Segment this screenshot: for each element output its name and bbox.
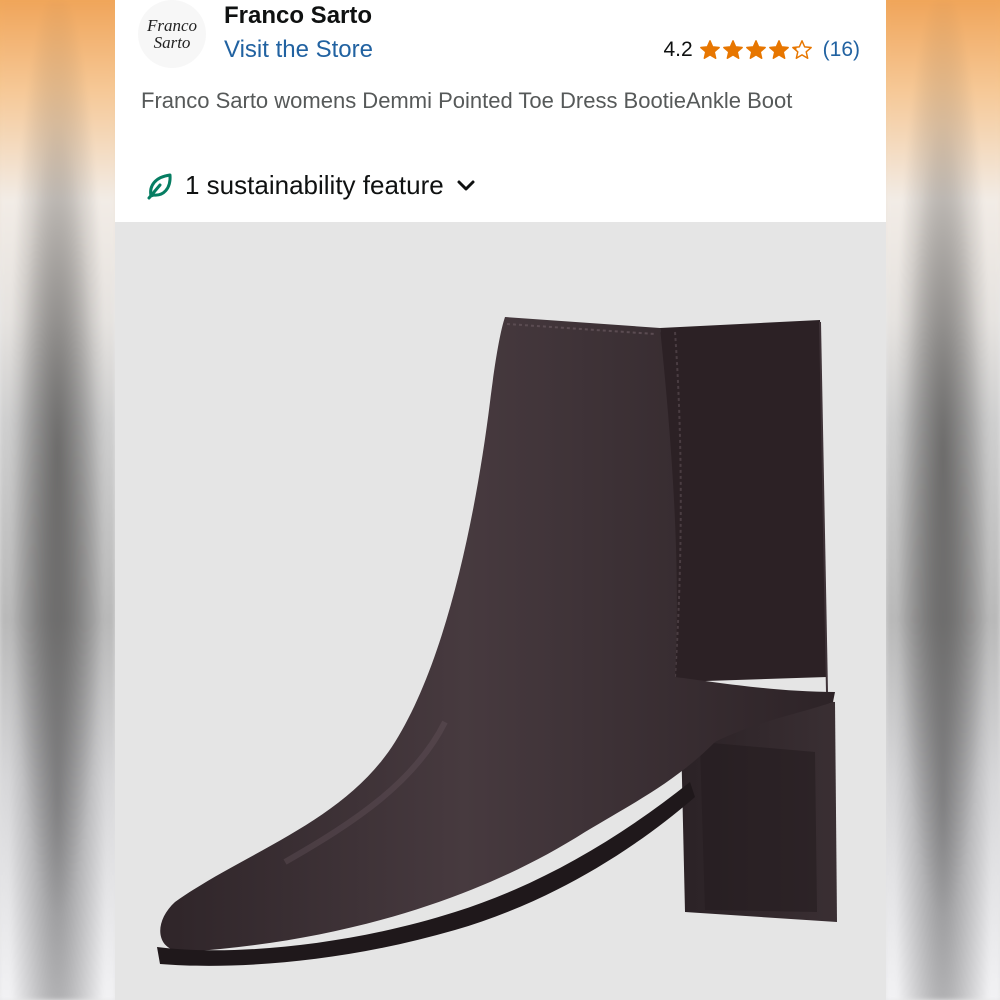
star-full-icon — [699, 40, 720, 59]
product-card: Franco Sarto Franco Sarto Visit the Stor… — [115, 0, 886, 1000]
leaf-icon — [147, 173, 172, 199]
chevron-down-icon — [457, 180, 475, 190]
star-rating[interactable] — [699, 39, 813, 61]
blurred-background-left — [0, 0, 115, 1000]
product-image[interactable] — [115, 222, 886, 1000]
star-partial-icon — [791, 40, 812, 59]
svg-text:Sarto: Sarto — [154, 33, 191, 52]
product-title: Franco Sarto womens Demmi Pointed Toe Dr… — [141, 88, 793, 113]
star-full-icon — [768, 40, 789, 59]
star-full-icon — [722, 40, 743, 59]
sustainability-label: 1 sustainability feature — [185, 170, 444, 200]
sustainability-features-toggle[interactable]: 1 sustainability feature — [145, 170, 478, 201]
review-count-link[interactable]: (16) — [823, 38, 860, 62]
ankle-boot-image — [157, 317, 837, 966]
brand-logo[interactable]: Franco Sarto — [138, 0, 206, 68]
star-full-icon — [745, 40, 766, 59]
visit-store-link[interactable]: Visit the Store — [224, 36, 373, 64]
blurred-background-right — [886, 0, 1000, 1000]
franco-sarto-logo-icon: Franco Sarto — [146, 16, 197, 52]
rating-summary[interactable]: 4.2 (16) — [663, 38, 860, 62]
brand-name: Franco Sarto — [224, 2, 373, 29]
rating-score: 4.2 — [663, 38, 693, 61]
